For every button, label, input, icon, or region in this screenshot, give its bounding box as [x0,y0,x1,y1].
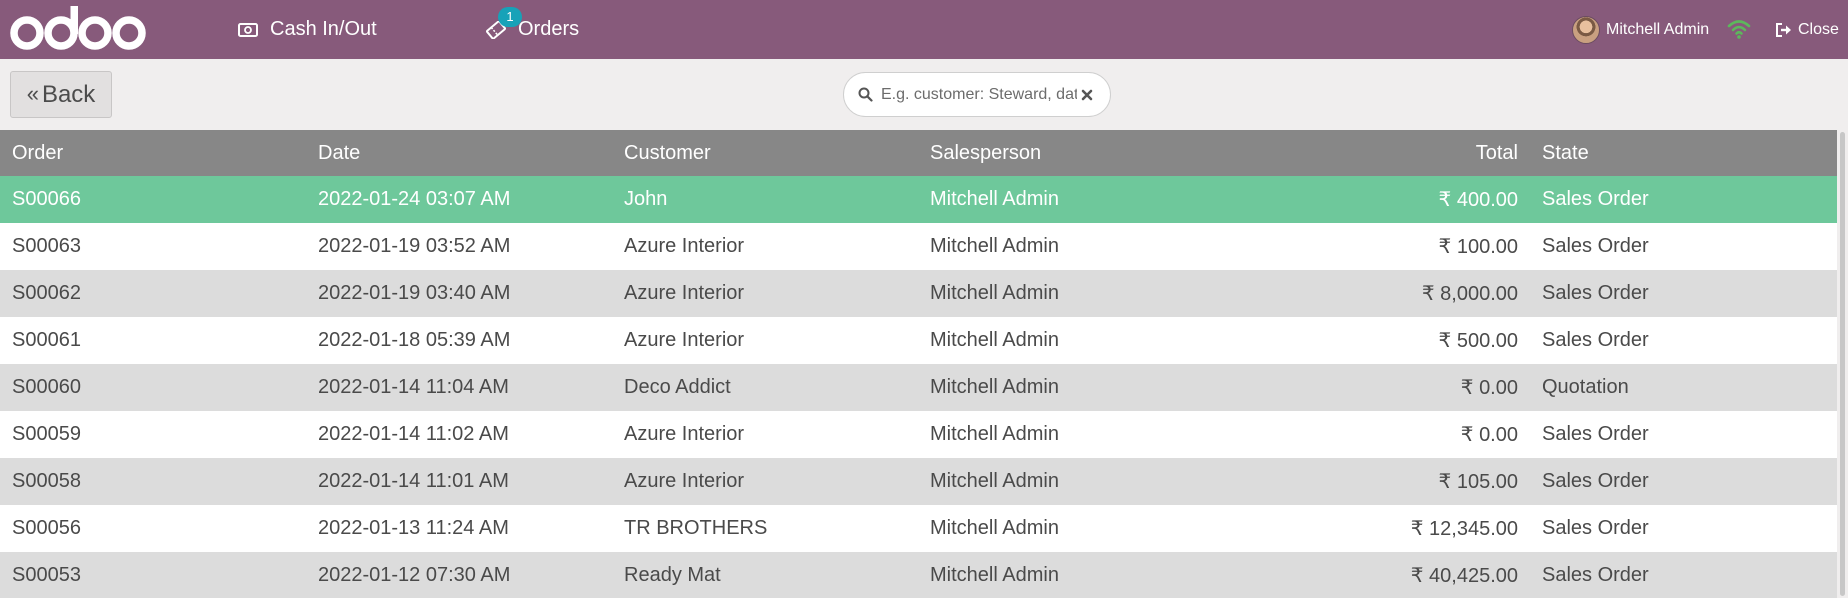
orders-count-badge: 1 [498,6,522,27]
customer-cell: TR BROTHERS [624,517,768,539]
date-cell: 2022-01-19 03:40 AM [318,282,511,304]
order-cell: S00063 [12,235,81,257]
table-row[interactable]: S00058 2022-01-14 11:01 AM Azure Interior M… [0,458,1837,505]
table-row[interactable]: S00059 2022-01-14 11:02 AM Azure Interior M… [0,411,1837,458]
order-cell: S00060 [12,376,81,398]
total-cell: ₹ 12,345.00 [1410,518,1518,540]
odoo-logo [10,6,148,52]
sign-out-icon [1775,22,1793,38]
top-bar: Cash In/Out 1 Orders Mitchell Admin Clos… [0,0,1848,59]
clear-search-icon[interactable] [1081,89,1093,101]
column-header-order: Order [12,141,64,164]
table-row[interactable]: S00066 2022-01-24 03:07 AM John Mitchell Ad… [0,176,1837,223]
ticket-icon: 1 [486,6,522,39]
order-cell: S00061 [12,329,81,351]
column-header-total: Total [1475,141,1518,164]
table-row[interactable]: S00061 2022-01-18 05:39 AM Azure Interior M… [0,317,1837,364]
state-cell: Sales Order [1542,235,1649,257]
close-label: Close [1798,20,1839,38]
salesperson-cell: Mitchell Admin [930,282,1059,304]
customer-cell: Azure Interior [624,235,745,257]
salesperson-cell: Mitchell Admin [930,423,1059,445]
cash-in-out-label: Cash In/Out [270,18,377,40]
date-cell: 2022-01-19 03:52 AM [318,235,511,257]
state-cell: Sales Order [1542,329,1649,351]
total-cell: ₹ 500.00 [1438,330,1518,352]
order-cell: S00056 [12,517,81,539]
date-cell: 2022-01-12 07:30 AM [318,564,511,586]
user-menu[interactable]: Mitchell Admin [1572,0,1709,59]
customer-cell: Deco Addict [624,376,731,398]
date-cell: 2022-01-14 11:01 AM [318,470,509,492]
customer-cell: Azure Interior [624,282,745,304]
avatar [1572,15,1600,44]
customer-cell: Azure Interior [624,470,745,492]
salesperson-cell: Mitchell Admin [930,564,1059,586]
total-cell: ₹ 8,000.00 [1421,283,1518,305]
order-cell: S00053 [12,564,81,586]
wifi-icon [1726,16,1752,42]
table-row[interactable]: S00063 2022-01-19 03:52 AM Azure Interior M… [0,223,1837,270]
total-cell: ₹ 100.00 [1438,236,1518,258]
state-cell: Sales Order [1542,282,1649,304]
orders-table: Order Date Customer Salesperson Total St… [0,130,1837,598]
table-row[interactable]: S00062 2022-01-19 03:40 AM Azure Interior M… [0,270,1837,317]
salesperson-cell: Mitchell Admin [930,470,1059,492]
customer-cell: Azure Interior [624,423,745,445]
column-header-date: Date [318,141,361,164]
orders-label: Orders [518,18,580,40]
state-cell: Sales Order [1542,470,1649,492]
table-row[interactable]: S00053 2022-01-12 07:30 AM Ready Mat Mitche… [0,552,1837,598]
table-scrollbar[interactable] [1837,130,1848,598]
state-cell: Quotation [1542,376,1629,398]
total-cell: ₹ 400.00 [1438,189,1518,211]
date-cell: 2022-01-14 11:02 AM [318,423,509,445]
state-cell: Sales Order [1542,423,1649,445]
salesperson-cell: Mitchell Admin [930,329,1059,351]
order-cell: S00066 [12,188,81,210]
search-icon [858,87,873,102]
close-button[interactable]: Close [1775,0,1839,59]
user-name: Mitchell Admin [1606,20,1710,38]
search-input[interactable] [881,85,1077,104]
date-cell: 2022-01-13 11:24 AM [318,517,509,539]
table-row[interactable]: S00056 2022-01-13 11:24 AM TR BROTHERS Mitc… [0,505,1837,552]
customer-cell: Azure Interior [624,329,745,351]
salesperson-cell: Mitchell Admin [930,376,1059,398]
column-header-state: State [1542,141,1589,164]
order-cell: S00059 [12,423,81,445]
table-header: Order Date Customer Salesperson Total St… [0,130,1837,176]
back-label: Back [41,80,96,108]
customer-cell: Ready Mat [624,564,721,586]
money-icon [238,22,258,38]
total-cell: ₹ 0.00 [1460,424,1518,446]
state-cell: Sales Order [1542,564,1649,586]
column-header-customer: Customer [624,141,711,164]
date-cell: 2022-01-24 03:07 AM [318,188,511,210]
state-cell: Sales Order [1542,517,1649,539]
salesperson-cell: Mitchell Admin [930,235,1059,257]
customer-cell: John [624,188,668,210]
cash-in-out-button[interactable]: Cash In/Out [238,0,377,59]
total-cell: ₹ 105.00 [1438,471,1518,493]
order-cell: S00058 [12,470,81,492]
total-cell: ₹ 0.00 [1460,377,1518,399]
column-header-salesperson: Salesperson [930,141,1042,164]
back-button[interactable]: « Back [10,71,112,118]
salesperson-cell: Mitchell Admin [930,517,1059,539]
order-cell: S00062 [12,282,81,304]
table-body: S00066 2022-01-24 03:07 AM John Mitchell Ad… [0,176,1837,598]
search-box [843,72,1111,117]
double-chevron-left-icon: « [26,80,39,106]
table-row[interactable]: S00060 2022-01-14 11:04 AM Deco Addict Mitc… [0,364,1837,411]
orders-button[interactable]: 1 Orders [486,0,579,59]
date-cell: 2022-01-18 05:39 AM [318,329,511,351]
total-cell: ₹ 40,425.00 [1410,565,1518,587]
date-cell: 2022-01-14 11:04 AM [318,376,509,398]
salesperson-cell: Mitchell Admin [930,188,1059,210]
state-cell: Sales Order [1542,188,1649,210]
scrollbar-thumb[interactable] [1840,132,1845,596]
